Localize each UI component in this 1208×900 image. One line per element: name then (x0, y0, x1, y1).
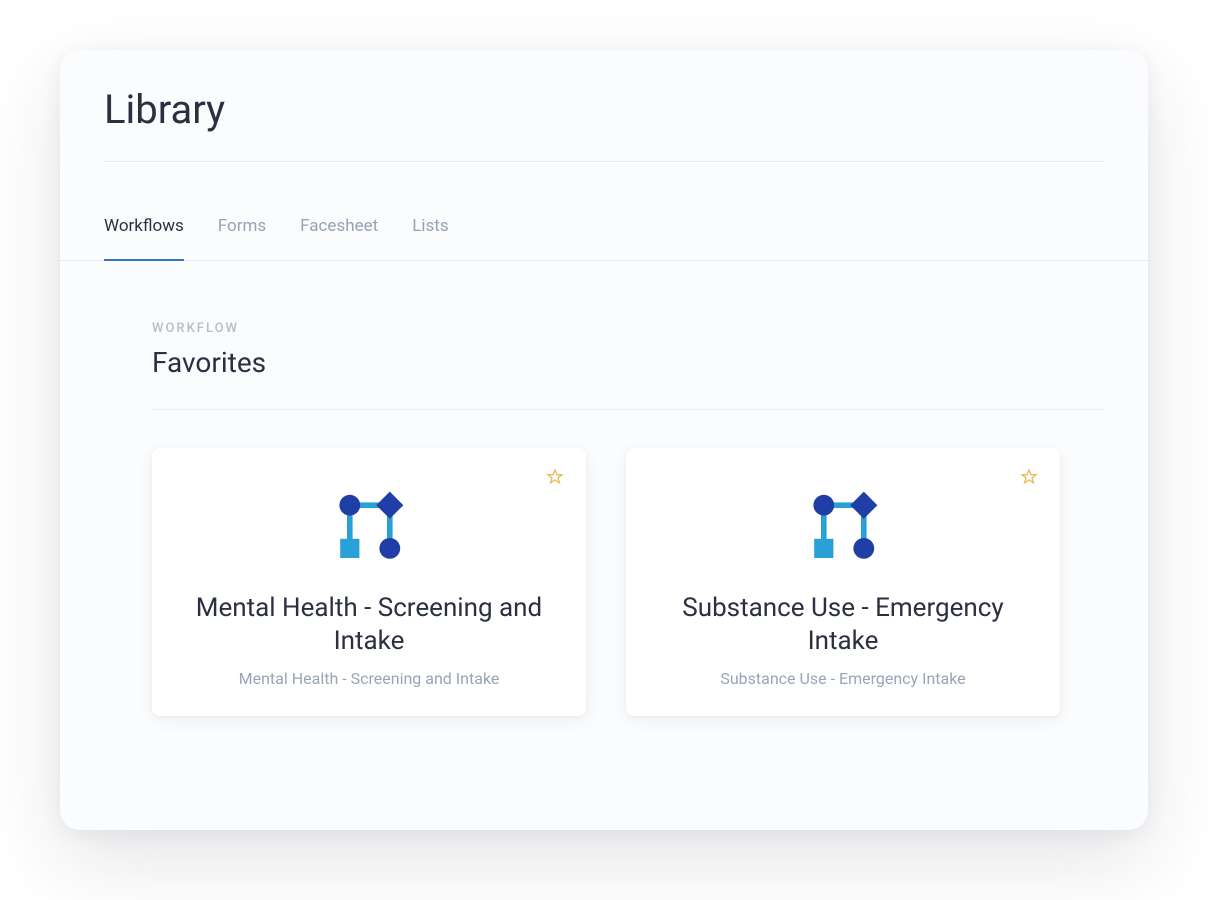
workflow-card[interactable]: Substance Use - Emergency Intake Substan… (626, 448, 1060, 716)
star-icon[interactable] (1020, 468, 1038, 486)
page-title: Library (60, 86, 1148, 161)
section-title: Favorites (152, 346, 1104, 379)
card-grid: Mental Health - Screening and Intake Men… (152, 448, 1104, 716)
section-eyebrow: WORKFLOW (152, 321, 1104, 336)
tab-workflows[interactable]: Workflows (104, 216, 184, 260)
card-subtitle: Mental Health - Screening and Intake (176, 669, 562, 688)
panel-inner: Library Workflows Forms Facesheet Lists … (60, 50, 1148, 716)
app-root: Library Workflows Forms Facesheet Lists … (0, 0, 1208, 900)
tab-lists[interactable]: Lists (412, 216, 448, 260)
tab-facesheet[interactable]: Facesheet (300, 216, 378, 260)
section-divider (152, 409, 1104, 410)
workflow-icon (650, 478, 1036, 574)
tab-bar: Workflows Forms Facesheet Lists (60, 162, 1148, 261)
card-title: Substance Use - Emergency Intake (658, 592, 1028, 657)
tab-forms[interactable]: Forms (218, 216, 266, 260)
workflow-card[interactable]: Mental Health - Screening and Intake Men… (152, 448, 586, 716)
workflow-icon (176, 478, 562, 574)
card-title: Mental Health - Screening and Intake (184, 592, 554, 657)
star-icon[interactable] (546, 468, 564, 486)
library-panel: Library Workflows Forms Facesheet Lists … (60, 50, 1148, 830)
favorites-section: WORKFLOW Favorites (60, 261, 1148, 716)
card-subtitle: Substance Use - Emergency Intake (650, 669, 1036, 688)
